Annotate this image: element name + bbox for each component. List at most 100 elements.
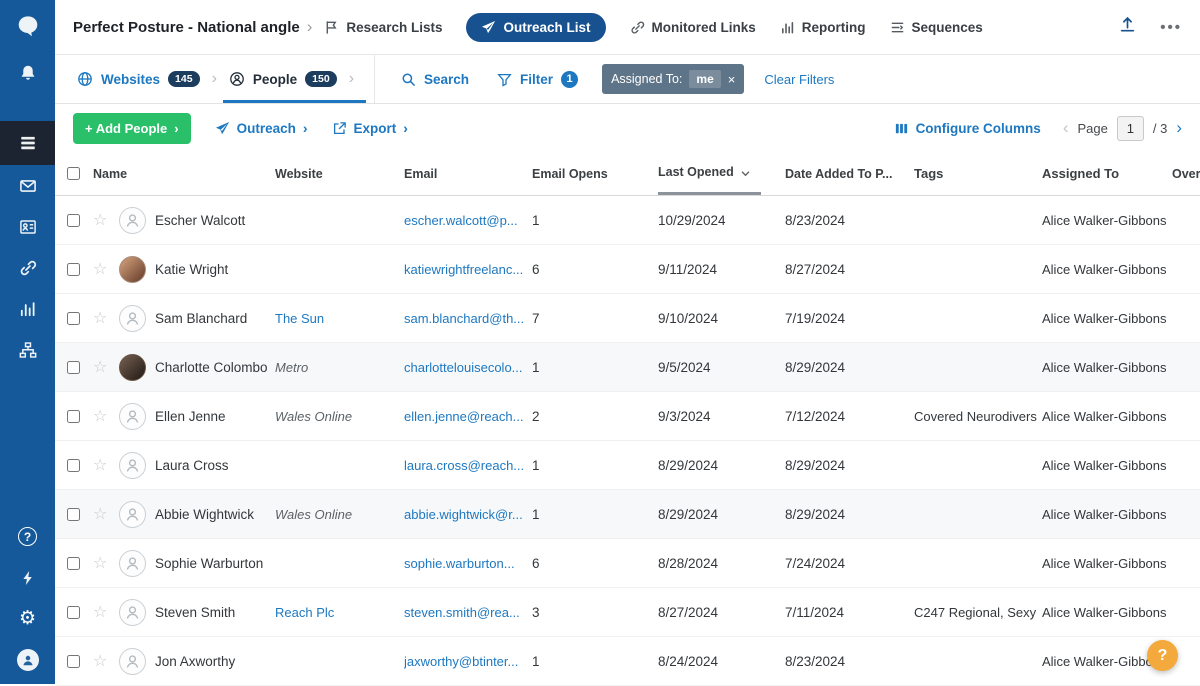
- cell-name[interactable]: Abbie Wightwick: [155, 507, 275, 522]
- col-date-added[interactable]: Date Added To P...: [785, 152, 914, 195]
- row-checkbox[interactable]: [63, 407, 93, 426]
- star-icon[interactable]: ☆: [93, 357, 119, 377]
- cell-name[interactable]: Laura Cross: [155, 458, 275, 473]
- cell-website[interactable]: Metro: [275, 360, 404, 375]
- tab-people[interactable]: People 150 ›: [229, 55, 366, 103]
- row-checkbox[interactable]: [63, 211, 93, 230]
- configure-columns-button[interactable]: Configure Columns: [894, 121, 1041, 136]
- page-next-icon[interactable]: ›: [1176, 118, 1182, 138]
- help-icon[interactable]: ?: [0, 516, 55, 557]
- cell-name[interactable]: Katie Wright: [155, 262, 275, 277]
- table-row[interactable]: ☆ Charlotte Colombo Metro charlottelouis…: [55, 343, 1200, 392]
- row-checkbox[interactable]: [63, 456, 93, 475]
- row-checkbox[interactable]: [63, 603, 93, 622]
- cell-email-link[interactable]: charlottelouisecolo...: [404, 360, 532, 375]
- cell-website[interactable]: Reach Plc: [275, 605, 404, 620]
- page-prev-icon[interactable]: ‹: [1063, 118, 1069, 138]
- nav-sequences[interactable]: Sequences: [890, 20, 983, 35]
- star-icon[interactable]: ☆: [93, 259, 119, 279]
- add-people-button[interactable]: + Add People ›: [73, 113, 191, 144]
- cell-email-link[interactable]: steven.smith@rea...: [404, 605, 532, 620]
- cell-email-link[interactable]: ellen.jenne@reach...: [404, 409, 532, 424]
- settings-gear-icon[interactable]: ⚙: [0, 598, 55, 639]
- row-checkbox[interactable]: [63, 309, 93, 328]
- star-icon[interactable]: ☆: [93, 455, 119, 475]
- table-row[interactable]: ☆ Escher Walcott escher.walcott@p... 1 1…: [55, 196, 1200, 245]
- cell-email-link[interactable]: laura.cross@reach...: [404, 458, 532, 473]
- nav-research-lists[interactable]: Research Lists: [324, 20, 442, 35]
- col-tags[interactable]: Tags: [914, 152, 1042, 195]
- cell-email-link[interactable]: sophie.warburton...: [404, 556, 532, 571]
- sidebar-item-relationships[interactable]: [0, 329, 55, 370]
- cell-website[interactable]: Wales Online: [275, 507, 404, 522]
- cell-name[interactable]: Charlotte Colombo: [155, 360, 275, 375]
- cell-website[interactable]: The Sun: [275, 311, 404, 326]
- star-icon[interactable]: ☆: [93, 651, 119, 671]
- outreach-button[interactable]: Outreach ›: [215, 120, 308, 136]
- star-icon[interactable]: ☆: [93, 553, 119, 573]
- col-last-opened[interactable]: Last Opened: [658, 152, 785, 195]
- row-checkbox[interactable]: [63, 358, 93, 377]
- table-row[interactable]: ☆ Abbie Wightwick Wales Online abbie.wig…: [55, 490, 1200, 539]
- table-row[interactable]: ☆ Steven Smith Reach Plc steven.smith@re…: [55, 588, 1200, 637]
- star-icon[interactable]: ☆: [93, 602, 119, 622]
- close-icon[interactable]: ×: [728, 72, 736, 87]
- notifications-bell-icon[interactable]: [0, 52, 55, 93]
- star-icon[interactable]: ☆: [93, 210, 119, 230]
- row-checkbox[interactable]: [63, 652, 93, 671]
- col-email-opens[interactable]: Email Opens: [532, 152, 658, 195]
- cell-name[interactable]: Jon Axworthy: [155, 654, 275, 669]
- activity-bolt-icon[interactable]: [0, 557, 55, 598]
- clear-filters-link[interactable]: Clear Filters: [764, 72, 834, 87]
- star-icon[interactable]: ☆: [93, 406, 119, 426]
- page-title[interactable]: Perfect Posture - National angle: [73, 19, 300, 36]
- filter-button[interactable]: Filter 1: [497, 71, 578, 88]
- app-logo[interactable]: [0, 0, 55, 52]
- cell-name[interactable]: Steven Smith: [155, 605, 275, 620]
- table-row[interactable]: ☆ Laura Cross laura.cross@reach... 1 8/2…: [55, 441, 1200, 490]
- cell-email-link[interactable]: jaxworthy@btinter...: [404, 654, 532, 669]
- row-checkbox[interactable]: [63, 554, 93, 573]
- table-row[interactable]: ☆ Katie Wright katiewrightfreelanc... 6 …: [55, 245, 1200, 294]
- sidebar-item-reporting[interactable]: [0, 288, 55, 329]
- col-email[interactable]: Email: [404, 152, 532, 195]
- row-checkbox[interactable]: [63, 260, 93, 279]
- cell-name[interactable]: Sophie Warburton: [155, 556, 275, 571]
- cell-email-link[interactable]: abbie.wightwick@r...: [404, 507, 532, 522]
- sidebar-item-links[interactable]: [0, 247, 55, 288]
- sidebar-item-inbox[interactable]: [0, 165, 55, 206]
- col-name[interactable]: Name: [93, 152, 275, 195]
- row-checkbox[interactable]: [63, 505, 93, 524]
- select-all-checkbox[interactable]: [63, 152, 93, 195]
- col-assigned-to[interactable]: Assigned To: [1042, 152, 1172, 195]
- user-avatar-icon[interactable]: [0, 639, 55, 680]
- table-row[interactable]: ☆ Ellen Jenne Wales Online ellen.jenne@r…: [55, 392, 1200, 441]
- export-button[interactable]: Export ›: [332, 120, 408, 136]
- table-row[interactable]: ☆ Sam Blanchard The Sun sam.blanchard@th…: [55, 294, 1200, 343]
- sidebar-item-contacts[interactable]: [0, 206, 55, 247]
- cell-name[interactable]: Escher Walcott: [155, 213, 275, 228]
- sidebar-item-lists[interactable]: [0, 121, 55, 165]
- col-website[interactable]: Website: [275, 152, 404, 195]
- page-number-input[interactable]: [1117, 116, 1144, 141]
- cell-name[interactable]: Ellen Jenne: [155, 409, 275, 424]
- star-icon[interactable]: ☆: [93, 504, 119, 524]
- cell-email-link[interactable]: sam.blanchard@th...: [404, 311, 532, 326]
- help-beacon-button[interactable]: ?: [1147, 640, 1178, 671]
- more-menu-icon[interactable]: •••: [1160, 19, 1182, 36]
- cell-email-link[interactable]: escher.walcott@p...: [404, 213, 532, 228]
- nav-outreach-list[interactable]: Outreach List: [466, 13, 605, 42]
- tab-websites[interactable]: Websites 145: [77, 55, 200, 103]
- table-row[interactable]: ☆ Jon Axworthy jaxworthy@btinter... 1 8/…: [55, 637, 1200, 686]
- nav-reporting[interactable]: Reporting: [780, 20, 866, 35]
- star-icon[interactable]: ☆: [93, 308, 119, 328]
- search-button[interactable]: Search: [401, 72, 469, 87]
- assigned-to-filter-chip[interactable]: Assigned To: me ×: [602, 64, 744, 94]
- table-row[interactable]: ☆ Sophie Warburton sophie.warburton... 6…: [55, 539, 1200, 588]
- col-overview[interactable]: Over: [1172, 152, 1200, 195]
- upload-icon[interactable]: [1119, 16, 1136, 38]
- cell-website[interactable]: Wales Online: [275, 409, 404, 424]
- cell-name[interactable]: Sam Blanchard: [155, 311, 275, 326]
- cell-email-link[interactable]: katiewrightfreelanc...: [404, 262, 532, 277]
- nav-monitored-links[interactable]: Monitored Links: [630, 20, 756, 35]
